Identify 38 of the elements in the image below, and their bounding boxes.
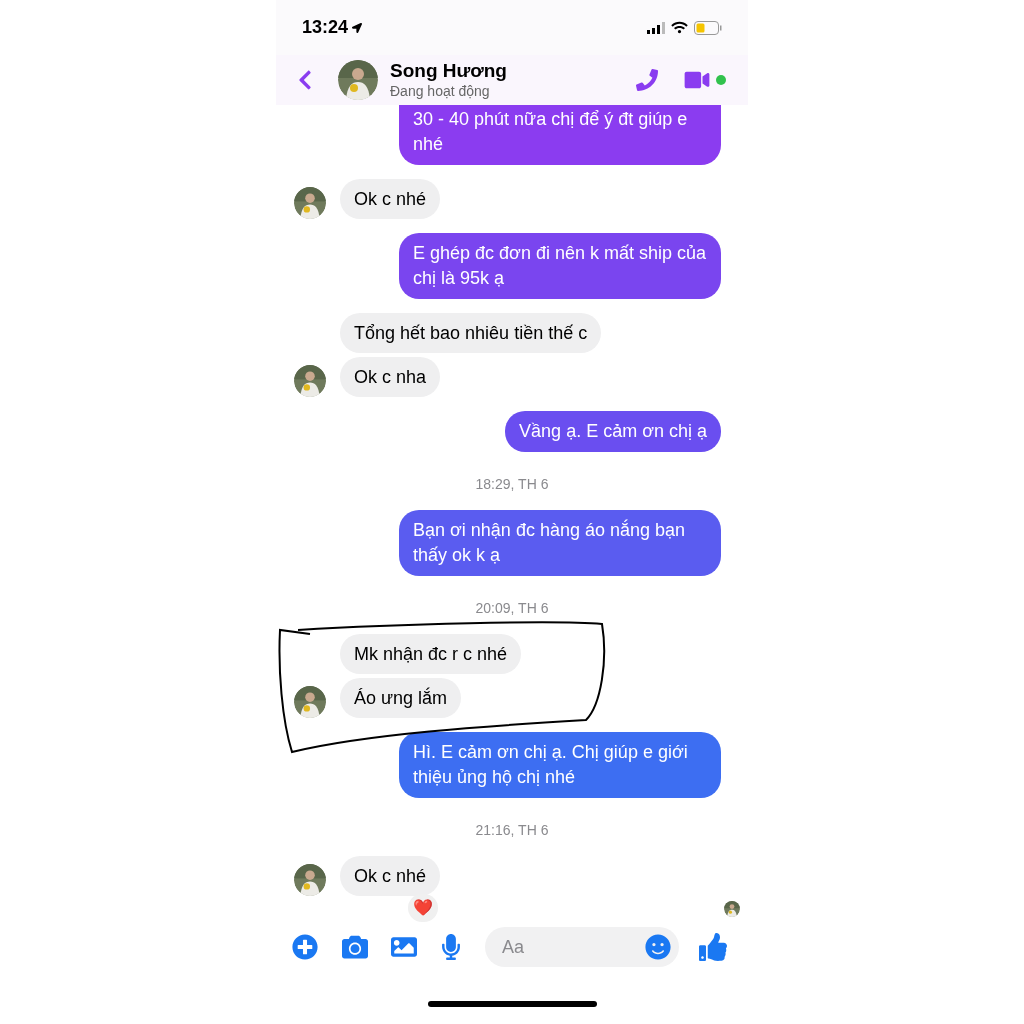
camera-button[interactable] <box>341 934 369 960</box>
avatar <box>294 686 326 718</box>
microphone-button[interactable] <box>441 934 461 960</box>
message-field[interactable]: Aa <box>485 927 679 967</box>
video-call-button[interactable] <box>682 69 712 91</box>
timestamp: 20:09, TH 6 <box>475 600 549 616</box>
emoji-icon[interactable] <box>645 934 671 960</box>
reaction: ❤ <box>408 894 439 922</box>
wifi-icon <box>671 21 688 34</box>
call-button[interactable] <box>636 69 658 91</box>
sent-message: Vầng ạ. E cảm ơn chị ạ <box>505 411 721 452</box>
timestamp: 21:16, TH 6 <box>475 822 549 838</box>
avatar <box>294 187 326 219</box>
received-message: Tổng hết bao nhiêu tiền thế c <box>340 313 602 353</box>
avatar <box>294 365 326 397</box>
back-button[interactable] <box>298 69 312 91</box>
sent-message: 30 - 40 phút nữa chị để ý đt giúp e nhé <box>399 105 721 165</box>
like-button[interactable] <box>699 933 727 961</box>
sent-message: E ghép đc đơn đi nên k mất ship của chị là 95k ạ <box>399 233 721 299</box>
avatar <box>724 901 740 917</box>
text-input[interactable]: Aa <box>502 933 645 961</box>
avatar <box>338 60 378 100</box>
clock-time: 13:24 <box>302 16 349 39</box>
gallery-button[interactable] <box>391 934 417 960</box>
add-button[interactable] <box>292 934 318 960</box>
battery-icon <box>694 20 722 35</box>
timestamp: 18:29, TH 6 <box>475 476 549 492</box>
received-message: Áo ưng lắm <box>340 678 462 718</box>
received-message: Ok c nha <box>340 357 441 397</box>
location-icon <box>352 22 363 33</box>
sent-message: Hì. E cảm ơn chị ạ. Chị giúp e giới thiệu ủng hộ chị nhé <box>399 732 721 798</box>
received-message: Mk nhận đc r c nhé <box>340 634 522 674</box>
received-message: Ok c nhé <box>340 179 441 219</box>
contact-name: Song Hương <box>390 60 508 82</box>
sent-message: Bạn ơi nhận đc hàng áo nắng bạn thấy ok k ạ <box>399 510 721 576</box>
active-status: Đang hoạt động <box>390 82 491 100</box>
avatar <box>294 864 326 896</box>
signal-icon <box>647 21 665 34</box>
